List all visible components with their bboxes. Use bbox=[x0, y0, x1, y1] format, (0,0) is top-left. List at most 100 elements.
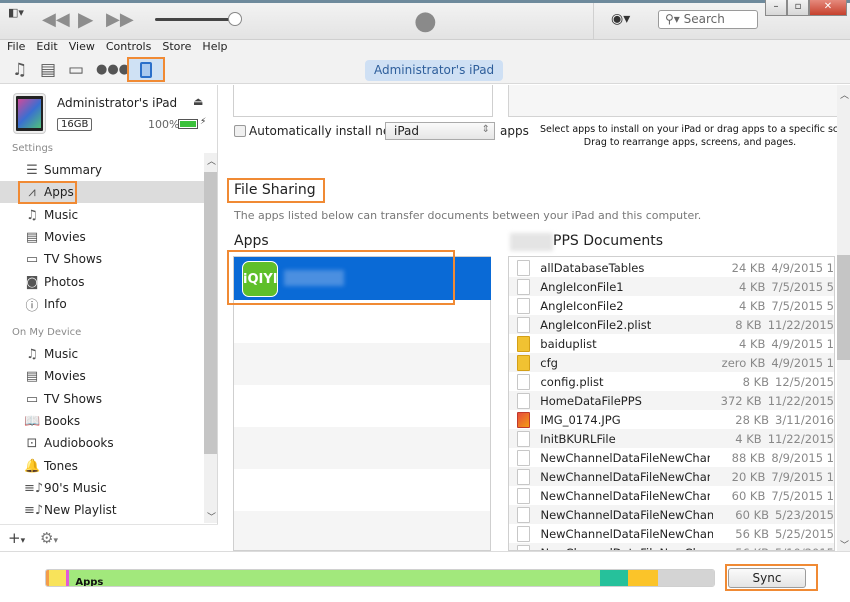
sidebar-item-books[interactable]: 📖 Books bbox=[0, 410, 204, 432]
ipad-device-button[interactable] bbox=[127, 57, 165, 82]
document-row[interactable]: NewChannelDataFileNewChann... 56 KB 5/25/2… bbox=[509, 524, 834, 543]
document-row[interactable]: NewChannelDataFileNewChann... 88 KB 8/9/20… bbox=[509, 448, 834, 467]
document-row[interactable]: baiduplist 4 KB 4/9/2015 1 bbox=[509, 334, 834, 353]
main-scroll-thumb[interactable] bbox=[837, 255, 850, 360]
document-date: 11/22/2015 bbox=[767, 431, 834, 446]
scroll-up-icon[interactable]: ︿ bbox=[207, 154, 216, 167]
minimize-button[interactable]: – bbox=[765, 0, 787, 16]
scroll-down-icon[interactable]: ﹀ bbox=[840, 538, 849, 551]
device-name: Administrator's iPad bbox=[57, 96, 178, 110]
add-playlist-button[interactable]: +▾ bbox=[8, 529, 25, 547]
document-row[interactable]: NewChannelDataFileNewChann... 60 KB 5/23/2… bbox=[509, 505, 834, 524]
document-row[interactable]: HomeDataFilePPS 372 KB 11/22/2015 bbox=[509, 391, 834, 410]
file-icon bbox=[517, 430, 531, 447]
sidebar-item-info[interactable]: ⓘ Info bbox=[0, 293, 204, 315]
menu-view[interactable]: View bbox=[69, 40, 95, 56]
sidebar-item-new-playlist[interactable]: ≡♪ New Playlist bbox=[0, 499, 204, 521]
title-edge bbox=[0, 0, 850, 3]
document-row[interactable]: NewChannelDataFileNewChann... 20 KB 7/9/20… bbox=[509, 467, 834, 486]
tv-icon: ▭ bbox=[25, 251, 39, 267]
menu-controls[interactable]: Controls bbox=[106, 40, 152, 56]
movies-icon[interactable]: ▤ bbox=[40, 60, 56, 80]
file-icon bbox=[517, 316, 531, 333]
app-list-box bbox=[233, 85, 493, 117]
scroll-up-icon[interactable]: ︿ bbox=[840, 88, 849, 101]
select-chevron-icon: ⇕ bbox=[481, 124, 490, 135]
document-date: 7/5/2015 5 bbox=[771, 298, 834, 313]
document-size: 24 KB bbox=[731, 260, 766, 275]
menu-file[interactable]: File bbox=[7, 40, 25, 56]
sidebar-scroll-thumb[interactable] bbox=[204, 172, 217, 454]
capacity-segment-video[interactable] bbox=[48, 570, 67, 586]
document-size: 4 KB bbox=[738, 279, 766, 294]
sidebar-item-label: Movies bbox=[44, 369, 86, 383]
device-type-select[interactable]: iPad ⇕ bbox=[385, 122, 495, 140]
document-name: IMG_0174.JPG bbox=[540, 412, 621, 427]
sidebar-item-label: Tones bbox=[44, 459, 78, 473]
sidebar-item-summary[interactable]: ☰ Summary bbox=[0, 159, 204, 181]
bell-icon: 🔔 bbox=[24, 458, 41, 474]
document-row[interactable]: allDatabaseTables 24 KB 4/9/2015 1 bbox=[509, 258, 834, 277]
sidebar-item-tones[interactable]: 🔔 Tones bbox=[0, 455, 204, 477]
sidebar-item-tv-shows[interactable]: ▭ TV Shows bbox=[0, 248, 204, 270]
sidebar-item-label: New Playlist bbox=[44, 503, 117, 517]
document-row[interactable]: AngleIconFile1 4 KB 7/5/2015 5 bbox=[509, 277, 834, 296]
document-row[interactable]: IMG_0174.JPG 28 KB 3/11/2016 bbox=[509, 410, 834, 429]
device-pill[interactable]: Administrator's iPad bbox=[365, 60, 504, 81]
sidebar-item-90s-music[interactable]: ≡♪ 90's Music bbox=[0, 477, 204, 499]
music-icon[interactable]: ♫ bbox=[12, 60, 27, 80]
scroll-down-icon[interactable]: ﹀ bbox=[207, 510, 216, 523]
maximize-button[interactable]: ▫ bbox=[787, 0, 809, 16]
sidebar-item-movies[interactable]: ▤ Movies bbox=[0, 226, 204, 248]
document-date: 8/9/2015 1 bbox=[771, 450, 834, 465]
sidebar-item-photos[interactable]: ◙ Photos bbox=[0, 271, 204, 293]
rewind-icon[interactable]: ◀◀ bbox=[42, 9, 70, 30]
sidebar-item-label: Info bbox=[44, 297, 67, 311]
tv-icon[interactable]: ▭ bbox=[68, 60, 84, 80]
volume-knob[interactable] bbox=[228, 12, 242, 26]
document-row[interactable]: AngleIconFile2.plist 8 KB 11/22/2015 bbox=[509, 315, 834, 334]
sidebar-item-label: TV Shows bbox=[44, 252, 102, 266]
document-row[interactable]: AngleIconFile2 4 KB 7/5/2015 5 bbox=[509, 296, 834, 315]
document-date: 11/22/2015 bbox=[767, 317, 834, 332]
document-row[interactable]: config.plist 8 KB 12/5/2015 bbox=[509, 372, 834, 391]
auto-install-checkbox[interactable] bbox=[234, 125, 246, 137]
play-icon[interactable]: ▶ bbox=[78, 7, 93, 31]
fast-forward-icon[interactable]: ▶▶ bbox=[106, 9, 134, 30]
document-row[interactable]: NewChannelDataFileNewChann...56 KB5/10/2… bbox=[509, 543, 834, 550]
document-size: 4 KB bbox=[738, 336, 766, 351]
sidebar-item-device-music[interactable]: ♫ Music bbox=[0, 343, 204, 365]
capacity-segment-free[interactable] bbox=[657, 570, 714, 586]
menu-edit[interactable]: Edit bbox=[36, 40, 57, 56]
volume-slider[interactable] bbox=[155, 18, 235, 21]
capacity-segment-apps[interactable]: Apps bbox=[69, 570, 601, 586]
divider bbox=[593, 3, 594, 39]
search-icon: ⚲▾ bbox=[665, 12, 684, 26]
sidebar-item-label: Audiobooks bbox=[44, 436, 114, 450]
image-file-icon bbox=[517, 411, 531, 428]
sidebar-item-device-movies[interactable]: ▤ Movies bbox=[0, 365, 204, 387]
file-icon bbox=[517, 506, 531, 523]
more-icon[interactable]: ●●● bbox=[96, 62, 130, 77]
document-name: AngleIconFile2.plist bbox=[540, 317, 652, 332]
document-row[interactable]: InitBKURLFile 4 KB 11/22/2015 bbox=[509, 429, 834, 448]
capacity-segment-other[interactable] bbox=[628, 570, 658, 586]
menu-store[interactable]: Store bbox=[162, 40, 191, 56]
menu-help[interactable]: Help bbox=[202, 40, 227, 56]
sidebar-item-music[interactable]: ♫ Music bbox=[0, 204, 204, 226]
sidebar-toggle-icon[interactable]: ◧▾ bbox=[8, 6, 24, 19]
sidebar-item-audiobooks[interactable]: ⊡ Audiobooks bbox=[0, 432, 204, 454]
sidebar-item-device-tv-shows[interactable]: ▭ TV Shows bbox=[0, 388, 204, 410]
account-icon[interactable]: ◉▾ bbox=[611, 11, 630, 27]
on-my-device-heading: On My Device bbox=[12, 327, 82, 338]
document-row[interactable]: cfg zero KB 4/9/2015 1 bbox=[509, 353, 834, 372]
settings-gear-icon[interactable]: ⚙▾ bbox=[40, 529, 58, 547]
capacity-bar[interactable]: Apps bbox=[45, 569, 715, 587]
document-row[interactable]: NewChannelDataFileNewChann... 60 KB 7/5/20… bbox=[509, 486, 834, 505]
sidebar-item-label: Music bbox=[44, 208, 79, 222]
eject-icon[interactable]: ⏏ bbox=[193, 95, 203, 108]
document-date: 4/9/2015 1 bbox=[771, 260, 834, 275]
capacity-segment-documents[interactable] bbox=[600, 570, 629, 586]
search-input[interactable]: ⚲▾ Search bbox=[658, 10, 758, 29]
close-button[interactable]: ✕ bbox=[809, 0, 847, 16]
